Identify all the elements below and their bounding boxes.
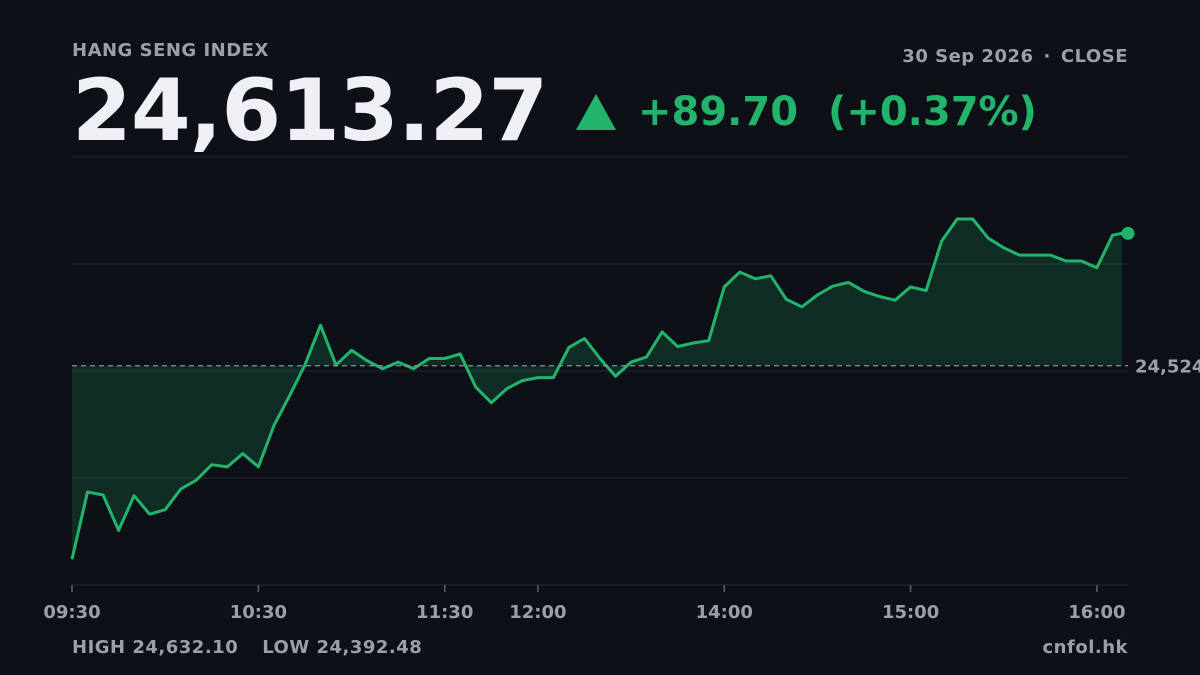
source-label: cnfol.hk (1042, 637, 1128, 658)
day-high: HIGH 24,632.10 (72, 637, 239, 658)
x-tick-label: 09:30 (43, 602, 100, 623)
last-price-dot (1121, 226, 1135, 240)
x-tick-label: 14:00 (696, 602, 753, 623)
day-low: LOW 24,392.48 (262, 637, 423, 658)
intraday-chart: 24,524 09:30 10:30 11:30 12:00 14:00 15:00 16:… (43, 156, 1200, 623)
x-tick-label: 11:30 (416, 602, 473, 623)
x-tick-label: 12:00 (509, 602, 566, 623)
x-tick-label: 16:00 (1068, 602, 1125, 623)
price-area (72, 219, 1122, 560)
x-tick-label: 10:30 (230, 602, 287, 623)
x-tick-label: 15:00 (882, 602, 939, 623)
x-axis: 09:30 10:30 11:30 12:00 14:00 15:00 16:00 (43, 585, 1126, 623)
day-range: HIGH 24,632.10 LOW 24,392.48 (72, 637, 422, 658)
prev-close-label: 24,524 (1135, 357, 1200, 378)
